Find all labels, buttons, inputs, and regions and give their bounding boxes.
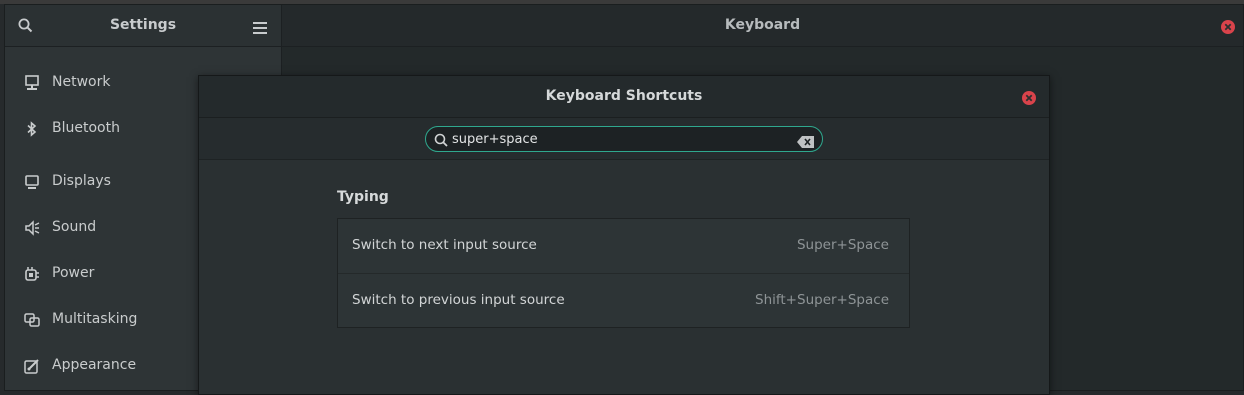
window-close-icon[interactable] [1221,19,1235,38]
shortcut-name: Switch to previous input source [352,292,565,308]
sidebar-item-label: Multitasking [52,311,138,327]
shortcut-search-field[interactable] [425,126,823,152]
settings-title: Settings [109,17,177,33]
shortcut-list: Switch to next input source Super+Space … [337,218,910,328]
sidebar-item-label: Appearance [52,357,137,373]
clear-search-icon[interactable] [797,133,814,152]
sidebar-header: Settings [5,5,282,47]
power-plug-icon [24,266,40,282]
section-title: Typing [337,189,389,205]
display-icon [24,174,40,190]
shortcut-accelerator: Shift+Super+Space [755,292,889,308]
shortcut-row-previous-input[interactable]: Switch to previous input source Shift+Su… [338,273,909,328]
dialog-close-icon[interactable] [1022,90,1036,109]
shortcut-accelerator: Super+Space [796,237,889,253]
main-header: Keyboard [282,5,1243,47]
search-input[interactable] [452,130,782,148]
network-icon [24,75,40,91]
hamburger-menu-icon[interactable] [253,19,267,38]
search-icon [434,132,448,151]
keyboard-shortcuts-dialog: Keyboard Shortcuts Typing Switch to next… [198,75,1050,395]
sidebar-item-label: Displays [52,173,111,189]
sidebar-item-label: Network [52,74,111,90]
sidebar-item-label: Bluetooth [52,120,120,136]
search-bar [199,118,1049,160]
dialog-title: Keyboard Shortcuts [545,88,703,104]
sidebar-item-label: Power [52,265,95,281]
bluetooth-icon [24,121,40,137]
dialog-header: Keyboard Shortcuts [199,76,1049,118]
page-title: Keyboard [724,17,801,33]
sidebar-item-label: Sound [52,219,97,235]
appearance-icon [24,358,40,374]
multitasking-icon [24,312,40,328]
shortcut-name: Switch to next input source [352,237,537,253]
shortcut-row-next-input[interactable]: Switch to next input source Super+Space [338,219,909,273]
speaker-icon [24,220,40,236]
